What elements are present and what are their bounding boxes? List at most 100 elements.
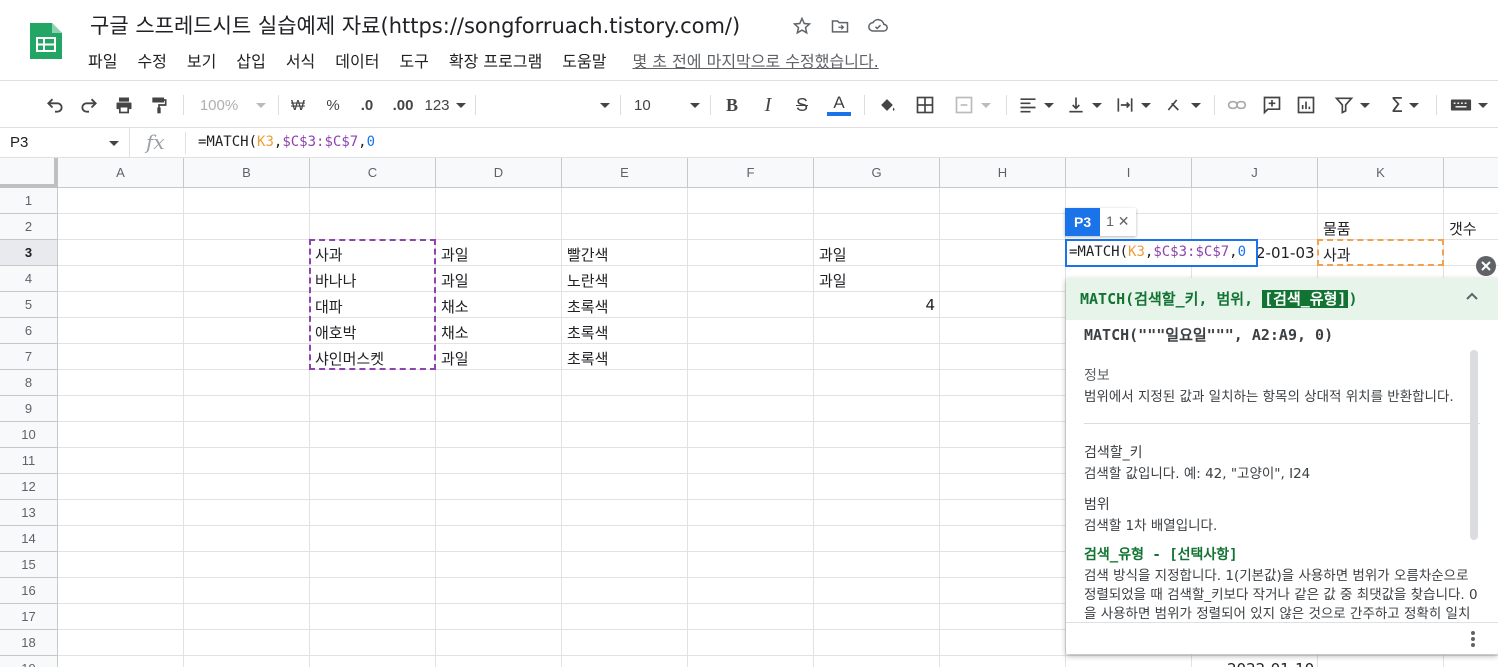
row-header-2[interactable]: 2 [0,214,58,240]
row-header-14[interactable]: 14 [0,526,58,552]
print-icon[interactable] [111,93,137,117]
functions-icon[interactable]: Σ [1384,93,1426,117]
collapse-chevron-up-icon[interactable] [1464,289,1480,305]
column-header-d[interactable]: D [436,158,562,188]
row-header-8[interactable]: 8 [0,370,58,396]
cell-k2[interactable]: 물품 [1318,214,1356,240]
paint-format-icon[interactable] [146,93,172,117]
cell-j19[interactable]: 2022-01-10 [1222,656,1319,667]
sheets-logo-icon[interactable] [28,21,64,61]
currency-format-button[interactable]: ₩ [287,93,309,117]
column-header-f[interactable]: F [688,158,814,188]
more-options-icon[interactable] [1470,629,1476,649]
row-header-18[interactable]: 18 [0,630,58,656]
italic-button[interactable]: I [756,93,780,117]
row-header-4[interactable]: 4 [0,266,58,292]
font-size-select[interactable]: 10 [634,93,700,117]
column-header-c[interactable]: C [310,158,436,188]
merge-cells-icon[interactable] [948,93,996,117]
column-header-b[interactable]: B [184,158,310,188]
redo-icon[interactable] [76,93,102,117]
cell-g3[interactable]: 과일 [814,240,852,266]
menu-data[interactable]: 데이터 [335,48,379,72]
row-header-11[interactable]: 11 [0,448,58,474]
filter-icon[interactable] [1330,93,1374,117]
cell-l2[interactable]: 갯수 [1444,214,1482,240]
increase-decimal-button[interactable]: .00 [390,93,416,117]
row-header-12[interactable]: 12 [0,474,58,500]
font-family-select[interactable] [482,93,610,117]
input-tools-icon[interactable] [1446,93,1492,117]
document-title[interactable]: 구글 스프레드시트 실습예제 자료(https://songforruach.t… [90,10,740,40]
row-header-13[interactable]: 13 [0,500,58,526]
row-header-1[interactable]: 1 [0,188,58,214]
zoom-select[interactable]: 100% [198,93,268,117]
column-header-h[interactable]: H [940,158,1066,188]
formula-input[interactable]: =MATCH(K3,$C$3:$C$7,0 [198,134,375,150]
menu-insert[interactable]: 삽입 [236,48,265,72]
cell-e7[interactable]: 초록색 [562,344,613,370]
last-edit-link[interactable]: 몇 초 전에 마지막으로 수정했습니다. [632,48,878,72]
decrease-decimal-button[interactable]: .0 [355,93,379,117]
menu-format[interactable]: 서식 [286,48,315,72]
menu-help[interactable]: 도움말 [562,48,606,72]
cell-g4[interactable]: 과일 [814,266,852,292]
cell-j3[interactable]: 2-01-03 [1254,240,1320,266]
insert-chart-icon[interactable] [1293,93,1319,117]
insert-comment-icon[interactable] [1259,93,1285,117]
insert-link-icon[interactable] [1224,93,1250,117]
vertical-align-icon[interactable] [1064,93,1104,117]
move-folder-icon[interactable] [828,14,852,38]
row-header-15[interactable]: 15 [0,552,58,578]
column-header-a[interactable]: A [58,158,184,188]
horizontal-align-icon[interactable] [1016,93,1056,117]
strikethrough-button[interactable]: S [790,93,814,117]
percent-format-button[interactable]: % [322,93,344,117]
text-color-button[interactable]: A [826,93,852,117]
cell-e3[interactable]: 빨간색 [562,240,613,266]
bold-button[interactable]: B [720,93,744,117]
column-header-g[interactable]: G [814,158,940,188]
row-header-16[interactable]: 16 [0,578,58,604]
help-scrollbar[interactable] [1470,350,1478,540]
undo-icon[interactable] [42,93,68,117]
fill-color-icon[interactable] [874,93,900,117]
menu-file[interactable]: 파일 [88,48,117,72]
cloud-saved-icon[interactable] [866,14,890,38]
more-formats-select[interactable]: 123 [424,93,466,117]
column-header-j[interactable]: J [1192,158,1318,188]
row-header-19[interactable]: 19 [0,656,58,667]
cell-e4[interactable]: 노란색 [562,266,613,292]
cell-e6[interactable]: 초록색 [562,318,613,344]
cell-d6[interactable]: 채소 [436,318,474,344]
column-header-i[interactable]: I [1066,158,1192,188]
text-rotation-icon[interactable] [1162,93,1204,117]
menu-extensions[interactable]: 확장 프로그램 [449,48,542,72]
row-header-17[interactable]: 17 [0,604,58,630]
row-header-9[interactable]: 9 [0,396,58,422]
text-wrapping-icon[interactable] [1112,93,1154,117]
row-header-3[interactable]: 3 [0,240,58,266]
cell-d7[interactable]: 과일 [436,344,474,370]
column-header-e[interactable]: E [562,158,688,188]
row-header-7[interactable]: 7 [0,344,58,370]
row-header-5[interactable]: 5 [0,292,58,318]
cell-g5[interactable]: 4 [814,292,940,318]
cell-d3[interactable]: 과일 [436,240,474,266]
cell-d4[interactable]: 과일 [436,266,474,292]
star-icon[interactable] [790,14,814,38]
menu-view[interactable]: 보기 [187,48,216,72]
menu-edit[interactable]: 수정 [137,48,166,72]
row-header-6[interactable]: 6 [0,318,58,344]
column-header-k[interactable]: K [1318,158,1444,188]
select-all-corner[interactable] [0,158,58,188]
active-cell-editor[interactable]: =MATCH(K3,$C$3:$C$7,0 [1065,239,1258,267]
cell-e5[interactable]: 초록색 [562,292,613,318]
row-header-10[interactable]: 10 [0,422,58,448]
name-box[interactable]: P3 [0,128,130,158]
borders-icon[interactable] [912,93,938,117]
close-help-icon[interactable] [1476,256,1496,276]
menu-tools[interactable]: 도구 [399,48,428,72]
cell-d5[interactable]: 채소 [436,292,474,318]
column-header-l[interactable] [1444,158,1498,188]
